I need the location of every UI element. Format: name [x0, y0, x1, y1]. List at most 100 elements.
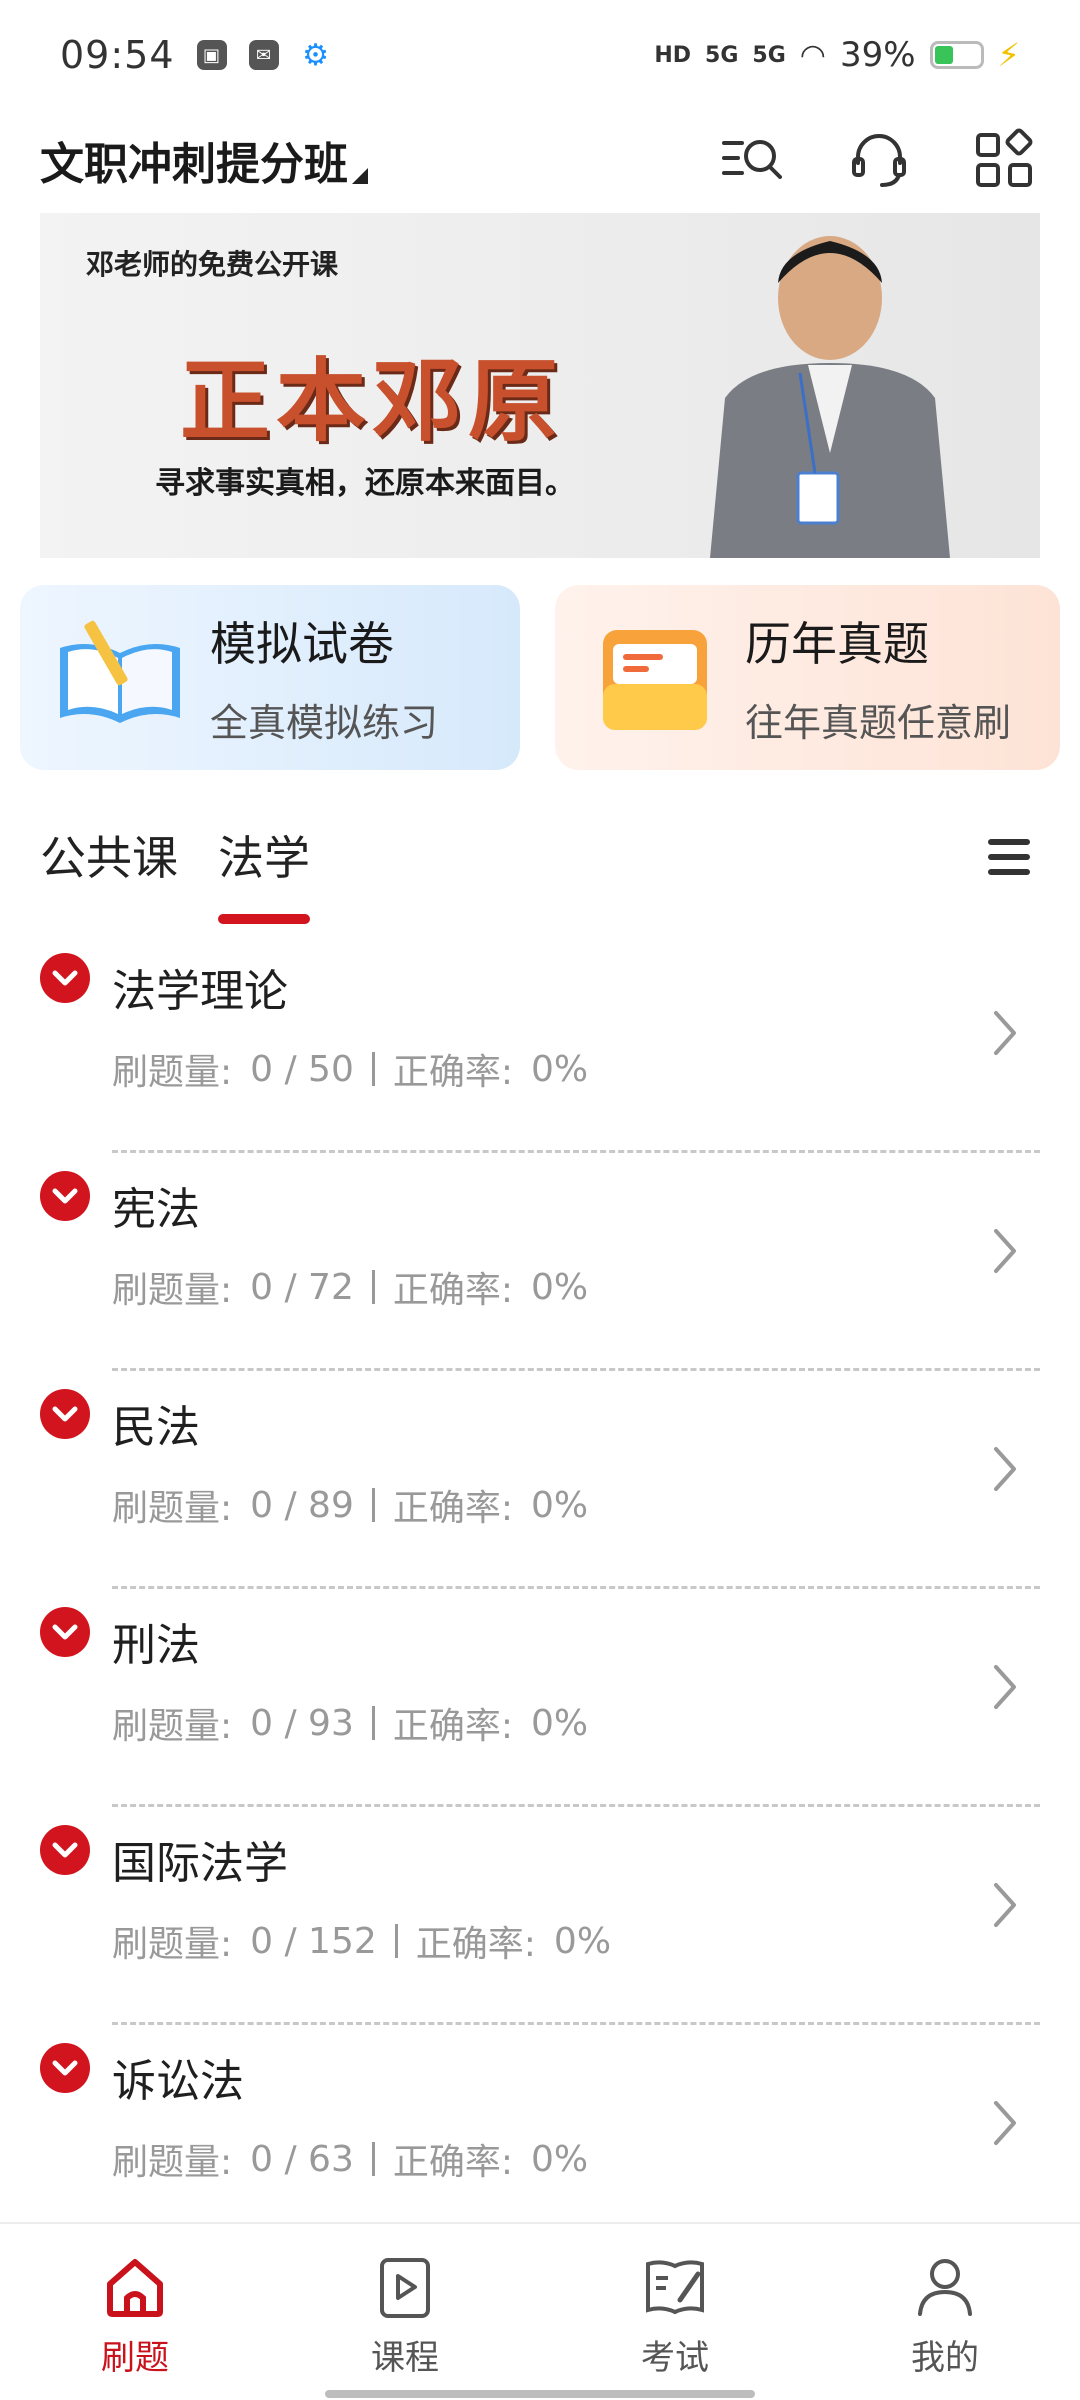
stats-separator — [371, 1052, 375, 1086]
mock-exam-card[interactable]: 模拟试卷 全真模拟练习 — [20, 585, 520, 770]
customer-service-icon[interactable] — [844, 125, 914, 195]
accuracy-label: 正确率: — [392, 2142, 514, 2183]
hd-signal-icon: HD — [654, 42, 692, 68]
course-selector[interactable]: 文职冲刺提分班 — [40, 128, 368, 192]
count-value: 0 / 152 — [250, 1920, 377, 1962]
dropdown-caret-icon — [352, 168, 368, 184]
chevron-right-icon[interactable] — [990, 1005, 1020, 1061]
folder-icon — [603, 629, 707, 730]
nav-label-courses: 课程 — [371, 2338, 439, 2378]
subject-name: 民法 — [112, 1402, 200, 1453]
subject-stats: 刷题量: 0 / 72 正确率: 0% — [112, 1261, 588, 1313]
nav-exams[interactable]: 考试 — [575, 2224, 775, 2379]
teacher-photo — [710, 236, 950, 558]
subject-stats: 刷题量: 0 / 93 正确率: 0% — [112, 1697, 588, 1749]
category-tabs: 公共课 法学 — [0, 805, 1080, 924]
stats-separator — [394, 1924, 398, 1958]
play-video-icon — [380, 2258, 430, 2318]
chevron-right-icon[interactable] — [990, 1659, 1020, 1715]
subject-row[interactable]: 民法 刷题量: 0 / 89 正确率: 0% — [0, 1371, 1080, 1589]
mock-exam-subtitle: 全真模拟练习 — [210, 701, 439, 745]
accuracy-value: 0% — [531, 2138, 589, 2180]
subject-name: 法学理论 — [112, 966, 288, 1017]
subject-stats: 刷题量: 0 / 89 正确率: 0% — [112, 1479, 588, 1531]
subject-row[interactable]: 法学理论刷题量: 0 / 50 正确率: 0% — [0, 935, 1080, 1153]
chevron-right-icon[interactable] — [990, 1441, 1020, 1497]
app-header: 文职冲刺提分班 — [0, 110, 1080, 210]
mock-exam-title: 模拟试卷 — [210, 617, 394, 671]
profile-icon — [918, 2259, 972, 2316]
tab-public-course[interactable]: 公共课 — [40, 822, 178, 898]
subject-name: 诉讼法 — [112, 2056, 244, 2107]
status-time: 09:54 — [60, 33, 175, 77]
chevron-down-icon[interactable] — [40, 1171, 90, 1221]
subject-stats: 刷题量: 0 / 152 正确率: 0% — [112, 1915, 611, 1967]
chevron-right-icon[interactable] — [990, 2095, 1020, 2151]
chevron-right-icon[interactable] — [990, 1223, 1020, 1279]
chevron-right-icon[interactable] — [990, 1877, 1020, 1933]
accuracy-value: 0% — [531, 1484, 589, 1526]
subject-row[interactable]: 刑法 刷题量: 0 / 93 正确率: 0% — [0, 1589, 1080, 1807]
battery-percent: 39% — [839, 35, 916, 75]
nav-label-practice: 刷题 — [101, 2338, 169, 2378]
count-label: 刷题量: — [112, 1270, 233, 1311]
accuracy-value: 0% — [531, 1266, 589, 1308]
subject-name: 宪法 — [112, 1184, 200, 1235]
stats-separator — [371, 2142, 375, 2176]
accuracy-value: 0% — [531, 1702, 589, 1744]
subject-row[interactable]: 宪法刷题量: 0 / 72 正确率: 0% — [0, 1153, 1080, 1371]
count-value: 0 / 50 — [250, 1048, 354, 1090]
accuracy-label: 正确率: — [392, 1052, 514, 1093]
exam-book-icon — [646, 2260, 704, 2315]
count-value: 0 / 89 — [250, 1484, 354, 1526]
tab-law[interactable]: 法学 — [218, 822, 310, 924]
battery-icon — [929, 41, 984, 69]
past-exam-card[interactable]: 历年真题 往年真题任意刷 — [555, 585, 1060, 770]
nav-practice[interactable]: 刷题 — [35, 2224, 235, 2379]
past-exam-title: 历年真题 — [745, 617, 929, 671]
chevron-down-icon[interactable] — [40, 1389, 90, 1439]
message-icon: ✉ — [248, 40, 279, 70]
accuracy-label: 正确率: — [392, 1706, 514, 1747]
signal-5g-2-icon: 5G — [752, 42, 786, 68]
accuracy-value: 0% — [553, 1920, 612, 1962]
accuracy-label: 正确率: — [415, 1924, 536, 1965]
app-notification-icon: ⚙ — [302, 37, 329, 73]
banner-slogan: 寻求事实真相，还原本来面目。 — [155, 466, 575, 501]
menu-icon[interactable] — [988, 839, 1030, 884]
subject-row[interactable]: 诉讼法 刷题量: 0 / 63 正确率: 0% — [0, 2025, 1080, 2243]
chevron-down-icon[interactable] — [40, 1607, 90, 1657]
stats-separator — [371, 1706, 375, 1740]
wifi-icon: ◠ — [799, 37, 826, 73]
chevron-down-icon[interactable] — [40, 953, 90, 1003]
count-label: 刷题量: — [112, 1052, 233, 1093]
count-label: 刷题量: — [112, 1488, 233, 1529]
home-icon — [107, 2259, 163, 2317]
search-list-icon[interactable] — [718, 125, 788, 195]
nav-label-exams: 考试 — [641, 2338, 709, 2378]
accuracy-value: 0% — [531, 1048, 589, 1090]
nav-profile[interactable]: 我的 — [845, 2224, 1045, 2379]
page-title: 文职冲刺提分班 — [40, 139, 348, 190]
signal-5g-icon: 5G — [705, 42, 739, 68]
apps-grid-icon[interactable] — [970, 125, 1040, 195]
count-label: 刷题量: — [112, 2142, 233, 2183]
past-exam-subtitle: 往年真题任意刷 — [745, 701, 1012, 745]
banner-big-title: 正本邓原 — [180, 349, 564, 454]
promo-banner[interactable]: 邓老师的免费公开课 正本邓原 寻求事实真相，还原本来面目。 — [40, 213, 1040, 558]
chevron-down-icon[interactable] — [40, 2043, 90, 2093]
stats-separator — [371, 1270, 375, 1304]
notification-app-icon: ▣ — [196, 40, 227, 70]
count-label: 刷题量: — [112, 1706, 233, 1747]
bottom-nav: 刷题 课程 考试 我的 — [0, 2222, 1080, 2400]
subject-row[interactable]: 国际法学 刷题量: 0 / 152 正确率: 0% — [0, 1807, 1080, 2025]
nav-courses[interactable]: 课程 — [305, 2224, 505, 2379]
nav-label-profile: 我的 — [911, 2338, 979, 2378]
subject-stats: 刷题量: 0 / 63 正确率: 0% — [112, 2133, 588, 2185]
count-value: 0 / 93 — [250, 1702, 354, 1744]
stats-separator — [371, 1488, 375, 1522]
chevron-down-icon[interactable] — [40, 1825, 90, 1875]
subject-stats: 刷题量: 0 / 50 正确率: 0% — [112, 1043, 588, 1095]
charging-icon: ⚡ — [997, 36, 1020, 74]
home-indicator[interactable] — [325, 2390, 755, 2398]
